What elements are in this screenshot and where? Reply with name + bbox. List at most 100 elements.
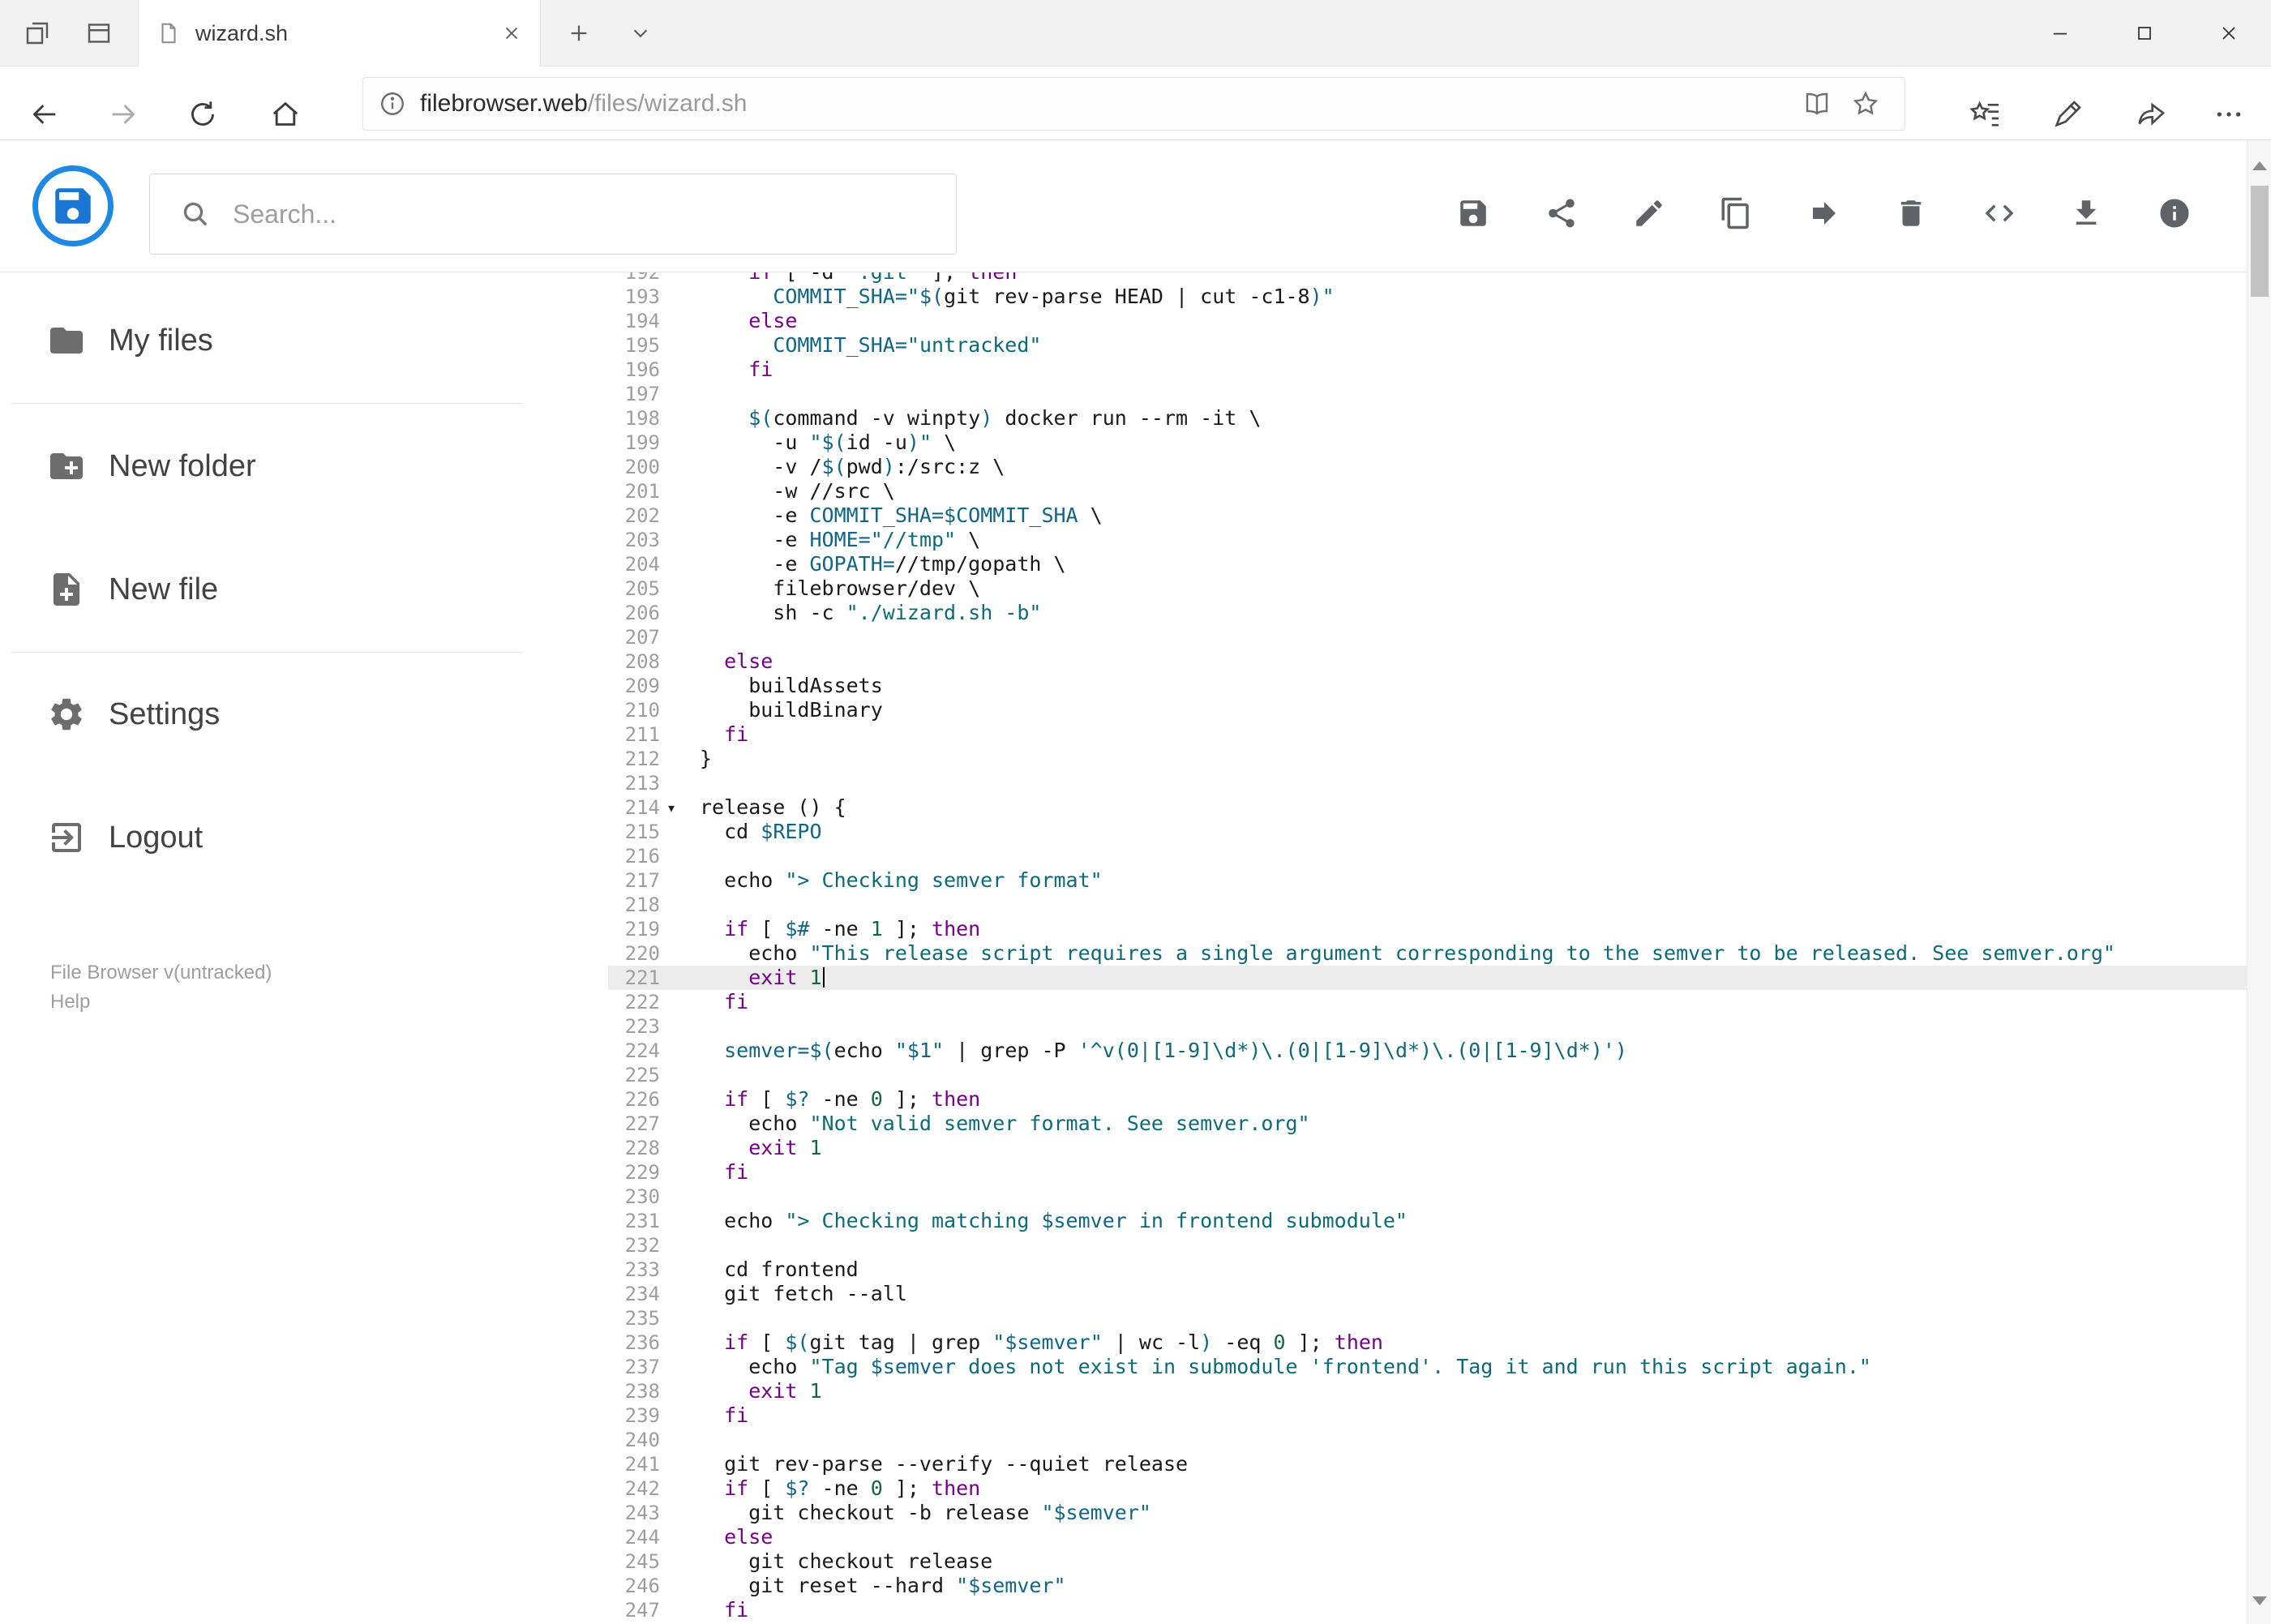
page-scrollbar[interactable] xyxy=(2247,140,2271,1624)
url-text[interactable]: filebrowser.web/files/wizard.sh xyxy=(420,90,1793,118)
code-line[interactable]: 194 else xyxy=(608,309,2247,333)
save-button[interactable] xyxy=(1442,182,1504,244)
code-line[interactable]: 212} xyxy=(608,747,2247,771)
scroll-up-button[interactable] xyxy=(2247,147,2271,184)
code-line[interactable]: 204 -e GOPATH=//tmp/gopath \ xyxy=(608,552,2247,576)
scrollbar-thumb[interactable] xyxy=(2251,186,2269,297)
hub-favorites-button[interactable] xyxy=(1960,88,2012,140)
tab-list-button[interactable] xyxy=(610,0,671,66)
code-line[interactable]: 242 if [ $? -ne 0 ]; then xyxy=(608,1476,2247,1501)
search-box[interactable] xyxy=(149,174,957,255)
code-line[interactable]: 234 git fetch --all xyxy=(608,1282,2247,1306)
code-line[interactable]: 195 COMMIT_SHA="untracked" xyxy=(608,333,2247,358)
code-line[interactable]: 201 -w //src \ xyxy=(608,479,2247,503)
browser-tab[interactable]: wizard.sh xyxy=(138,0,541,66)
info-button[interactable] xyxy=(2144,182,2205,244)
code-line[interactable]: 245 git checkout release xyxy=(608,1549,2247,1574)
code-line[interactable]: 233 cd frontend xyxy=(608,1258,2247,1282)
code-line[interactable]: 224 semver=$(echo "$1" | grep -P '^v(0|[… xyxy=(608,1039,2247,1063)
refresh-button[interactable] xyxy=(177,88,229,140)
reading-view-button[interactable] xyxy=(1793,79,1841,128)
code-line[interactable]: 247 fi xyxy=(608,1598,2247,1622)
delete-button[interactable] xyxy=(1880,182,1942,244)
sidebar-item-new-file[interactable]: New file xyxy=(0,551,608,628)
sidebar-item-new-folder[interactable]: New folder xyxy=(0,427,608,505)
code-line[interactable]: 246 git reset --hard "$semver" xyxy=(608,1574,2247,1598)
code-line[interactable]: 243 git checkout -b release "$semver" xyxy=(608,1501,2247,1525)
code-line[interactable]: 227 echo "Not valid semver format. See s… xyxy=(608,1112,2247,1136)
code-line[interactable]: 214 ▾ release () { xyxy=(608,795,2247,820)
code-line[interactable]: 213 xyxy=(608,771,2247,795)
address-bar[interactable]: filebrowser.web/files/wizard.sh xyxy=(362,77,1905,131)
maximize-button[interactable] xyxy=(2102,0,2187,66)
tab-close-button[interactable] xyxy=(501,23,522,44)
add-favorite-button[interactable] xyxy=(1841,79,1890,128)
sidebar-item-settings[interactable]: Settings xyxy=(0,675,608,753)
code-line[interactable]: 230 xyxy=(608,1185,2247,1209)
minimize-button[interactable] xyxy=(2018,0,2102,66)
code-line[interactable]: 237 echo "Tag $semver does not exist in … xyxy=(608,1355,2247,1379)
home-button[interactable] xyxy=(259,88,311,140)
code-line[interactable]: 216 xyxy=(608,844,2247,868)
code-view-button[interactable] xyxy=(1969,182,2030,244)
share-button[interactable] xyxy=(2125,88,2177,140)
code-line[interactable]: 209 buildAssets xyxy=(608,674,2247,698)
code-line[interactable]: 205 filebrowser/dev \ xyxy=(608,576,2247,601)
code-line[interactable]: 241 git rev-parse --verify --quiet relea… xyxy=(608,1452,2247,1476)
code-line[interactable]: 223 xyxy=(608,1014,2247,1039)
code-line[interactable]: 244 else xyxy=(608,1525,2247,1549)
code-line[interactable]: 207 xyxy=(608,625,2247,649)
code-line[interactable]: 210 buildBinary xyxy=(608,698,2247,722)
code-line[interactable]: 232 xyxy=(608,1233,2247,1258)
page-info-icon[interactable] xyxy=(378,89,407,118)
move-button[interactable] xyxy=(1793,182,1855,244)
code-line[interactable]: 231 echo "> Checking matching $semver in… xyxy=(608,1209,2247,1233)
fold-marker-icon[interactable]: ▾ xyxy=(666,795,676,820)
more-button[interactable] xyxy=(2203,88,2255,140)
code-line[interactable]: 236 if [ $(git tag | grep "$semver" | wc… xyxy=(608,1330,2247,1355)
code-line[interactable]: 219 if [ $# -ne 1 ]; then xyxy=(608,917,2247,941)
code-editor[interactable]: 192 if [ -d ".git" ]; then193 COMMIT_SHA… xyxy=(608,272,2247,1624)
help-link[interactable]: Help xyxy=(50,991,90,1013)
back-button[interactable] xyxy=(19,88,71,140)
code-line[interactable]: 235 xyxy=(608,1306,2247,1330)
code-line[interactable]: 211 fi xyxy=(608,722,2247,747)
code-line[interactable]: 228 exit 1 xyxy=(608,1136,2247,1160)
code-line[interactable]: 215 cd $REPO xyxy=(608,820,2247,844)
code-line[interactable]: 221 exit 1 xyxy=(608,966,2247,990)
code-line[interactable]: 218 xyxy=(608,893,2247,917)
code-line[interactable]: 203 -e HOME="//tmp" \ xyxy=(608,528,2247,552)
code-line[interactable]: 199 -u "$(id -u)" \ xyxy=(608,431,2247,455)
filebrowser-logo[interactable] xyxy=(32,165,114,246)
code-line[interactable]: 238 exit 1 xyxy=(608,1379,2247,1403)
rename-button[interactable] xyxy=(1618,182,1680,244)
new-tab-button[interactable] xyxy=(548,0,610,66)
set-tabs-aside-button[interactable] xyxy=(68,0,130,66)
code-line[interactable]: 240 xyxy=(608,1428,2247,1452)
forward-button[interactable] xyxy=(97,88,149,140)
code-line[interactable]: 208 else xyxy=(608,649,2247,674)
web-note-button[interactable] xyxy=(2042,88,2093,140)
sidebar-item-logout[interactable]: Logout xyxy=(0,799,608,876)
code-line[interactable]: 220 echo "This release script requires a… xyxy=(608,941,2247,966)
code-line[interactable]: 206 sh -c "./wizard.sh -b" xyxy=(608,601,2247,625)
download-button[interactable] xyxy=(2055,182,2117,244)
code-line[interactable]: 225 xyxy=(608,1063,2247,1087)
code-line[interactable]: 229 fi xyxy=(608,1160,2247,1185)
code-line[interactable]: 222 fi xyxy=(608,990,2247,1014)
close-button[interactable] xyxy=(2187,0,2271,66)
search-input[interactable] xyxy=(233,199,956,229)
scroll-down-button[interactable] xyxy=(2247,1582,2271,1619)
code-line[interactable]: 197 xyxy=(608,382,2247,406)
code-line[interactable]: 193 COMMIT_SHA="$(git rev-parse HEAD | c… xyxy=(608,285,2247,309)
sidebar-item-my-files[interactable]: My files xyxy=(0,302,608,379)
code-line[interactable]: 239 fi xyxy=(608,1403,2247,1428)
code-line[interactable]: 196 fi xyxy=(608,358,2247,382)
code-line[interactable]: 200 -v /$(pwd):/src:z \ xyxy=(608,455,2247,479)
code-line[interactable]: 202 -e COMMIT_SHA=$COMMIT_SHA \ xyxy=(608,503,2247,528)
copy-button[interactable] xyxy=(1705,182,1767,244)
tab-preview-button[interactable] xyxy=(6,0,68,66)
code-line[interactable]: 192 if [ -d ".git" ]; then xyxy=(608,272,2247,285)
code-line[interactable]: 217 echo "> Checking semver format" xyxy=(608,868,2247,893)
code-line[interactable]: 198 $(command -v winpty) docker run --rm… xyxy=(608,406,2247,431)
